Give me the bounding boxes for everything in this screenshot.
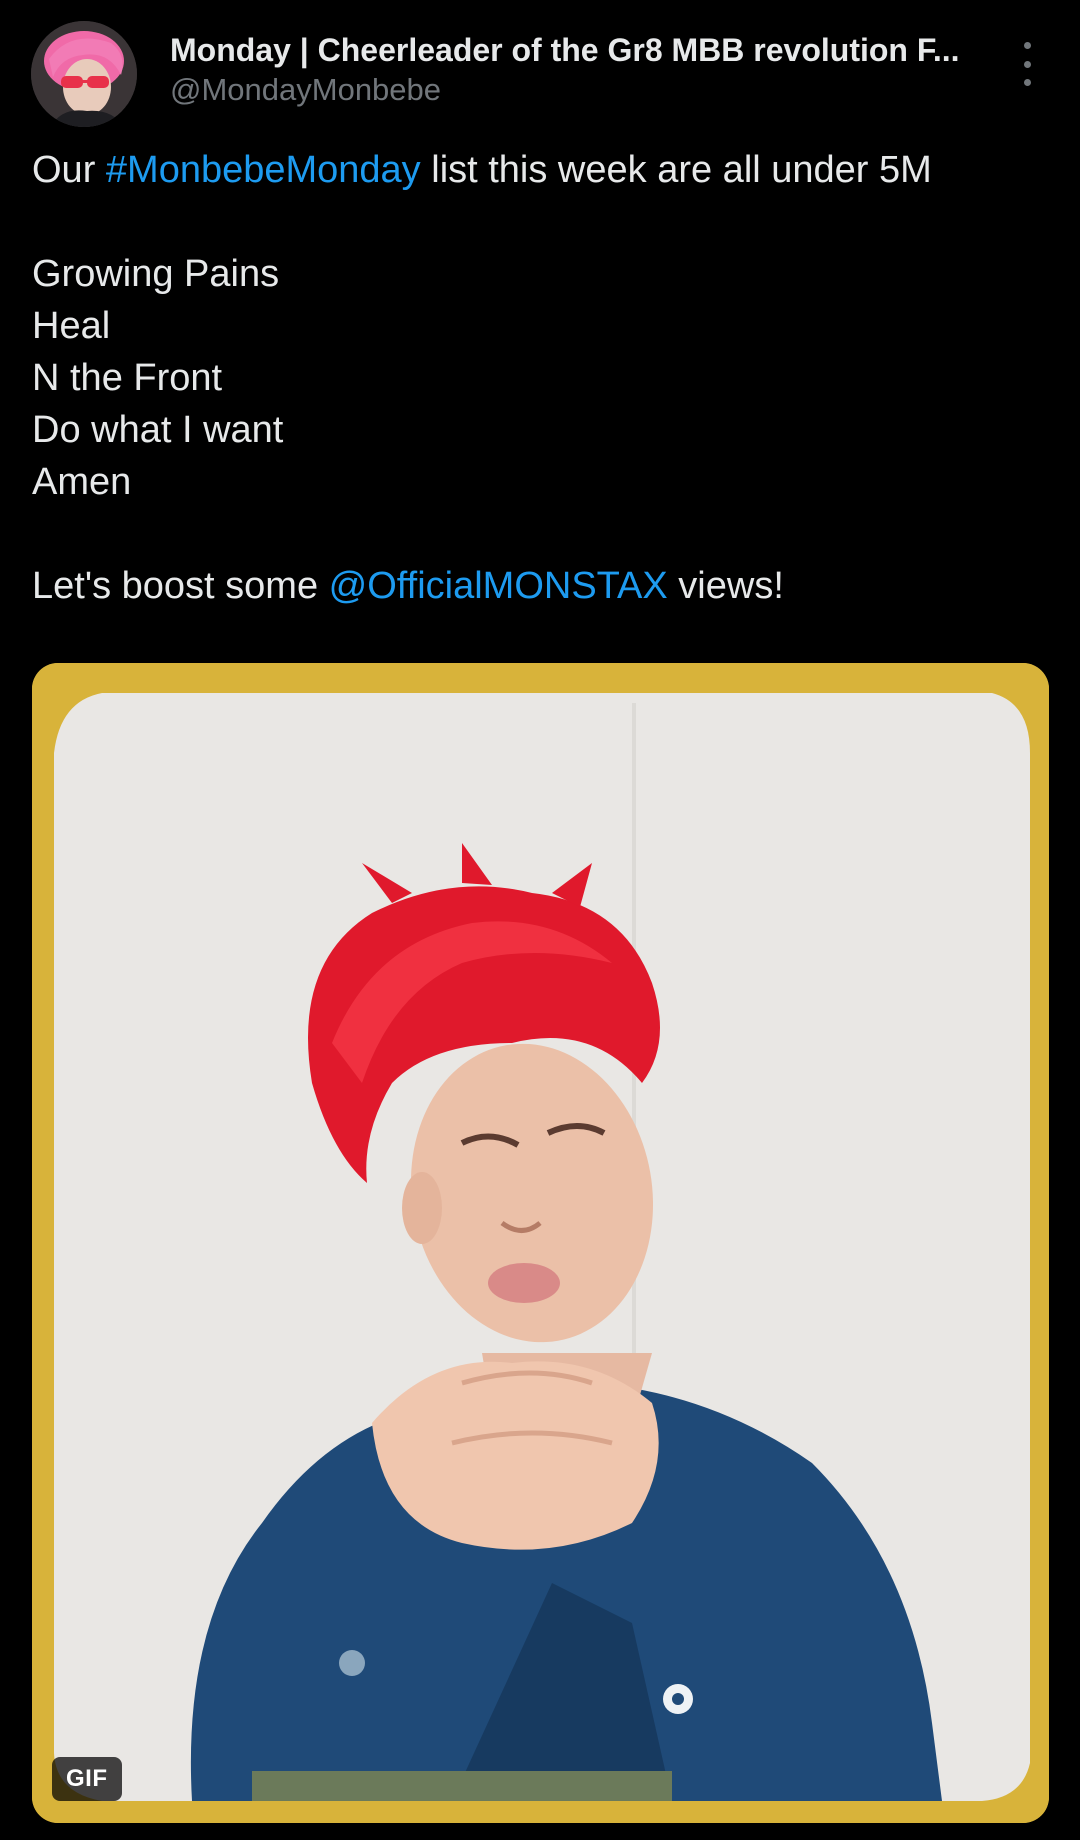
author-handle[interactable]: @MondayMonbebe [170,70,990,110]
song-item: Amen [32,461,132,503]
tweet-line-intro: Our #MonbebeMonday list this week are al… [32,144,1042,196]
gif-badge: GIF [52,1757,122,1801]
outro-suffix: views! [667,565,784,607]
mention-link[interactable]: @OfficialMONSTAX [329,565,668,607]
tweet[interactable]: Monday | Cheerleader of the Gr8 MBB revo… [0,0,1080,1840]
more-dot [1023,79,1031,86]
tweet-line-outro: Let's boost some @OfficialMONSTAX views! [32,560,1042,612]
intro-prefix: Our [32,149,106,191]
author-avatar[interactable] [31,21,137,127]
author-names[interactable]: Monday | Cheerleader of the Gr8 MBB revo… [170,30,990,110]
more-options-icon[interactable] [1012,42,1042,86]
intro-suffix: list this week are all under 5M [420,149,932,191]
more-dot [1023,42,1031,49]
profile-avatar-image [31,21,137,127]
gif-image [32,663,1049,1823]
author-display-name[interactable]: Monday | Cheerleader of the Gr8 MBB revo… [170,30,990,70]
gif-media[interactable]: GIF [32,663,1049,1823]
song-item: N the Front [32,357,223,399]
hashtag-link[interactable]: #MonbebeMonday [106,149,421,191]
tweet-text: Our #MonbebeMonday list this week are al… [32,144,1042,612]
song-item: Do what I want [32,409,284,451]
song-item: Heal [32,305,111,347]
song-item: Growing Pains [32,253,280,295]
outro-prefix: Let's boost some [32,565,329,607]
more-dot [1023,60,1031,68]
